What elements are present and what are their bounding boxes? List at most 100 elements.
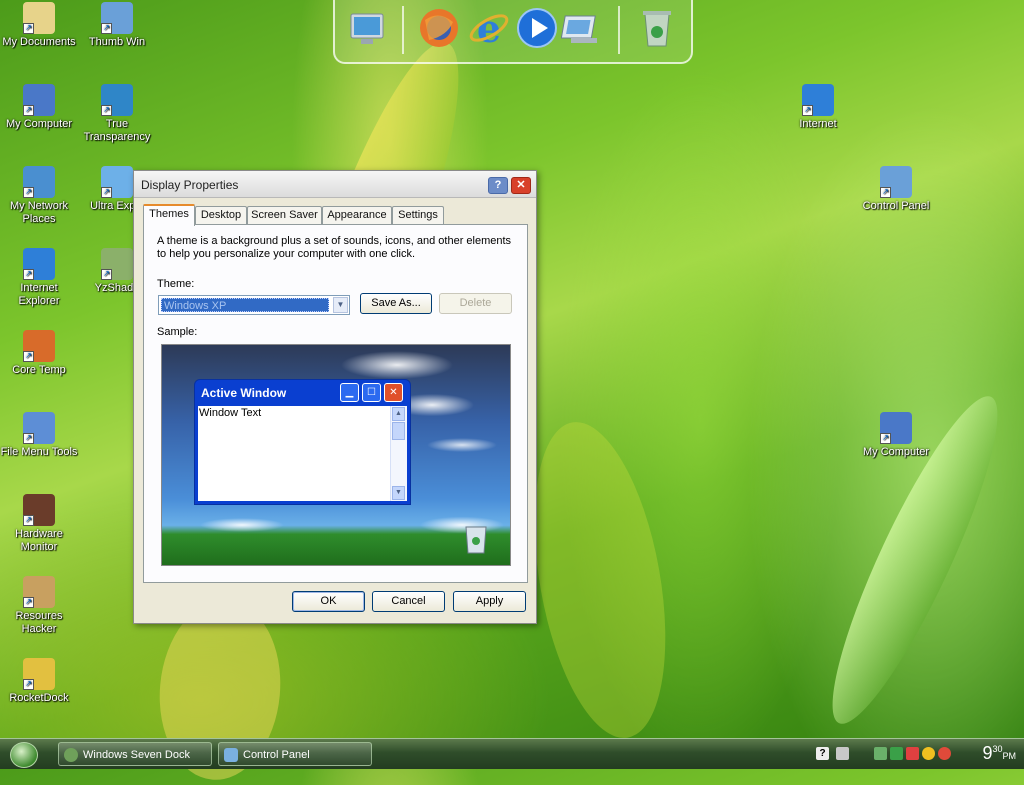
ultra-explorer-icon: ↗: [101, 166, 133, 198]
sample-window-title: Active Window: [201, 386, 287, 400]
delete-button[interactable]: Delete: [439, 293, 512, 314]
tab-desktop[interactable]: Desktop: [195, 206, 247, 224]
monitor-icon[interactable]: [345, 6, 389, 50]
desktop-icon-label: RocketDock: [9, 692, 69, 704]
shortcut-arrow-icon: ↗: [101, 269, 112, 280]
task-control-panel[interactable]: Control Panel: [218, 742, 372, 766]
save-as-button[interactable]: Save As...: [360, 293, 432, 314]
desktop-icon-label: File Menu Tools: [0, 446, 78, 458]
my-computer-icon: ↗: [880, 412, 912, 444]
yzshadow-icon: ↗: [101, 248, 133, 280]
desktop-icon[interactable]: ↗ True Transparency: [78, 84, 156, 144]
firefox-icon[interactable]: [417, 6, 461, 50]
desktop-icon-label: My Computer: [862, 446, 930, 458]
control-panel-icon: ↗: [880, 166, 912, 198]
desktop-icon[interactable]: ↗ My Computer: [0, 84, 78, 131]
desktop-icon[interactable]: ↗ Internet Explorer: [0, 248, 78, 308]
desktop-icon[interactable]: ↗ Internet: [779, 84, 857, 131]
tab-settings[interactable]: Settings: [392, 206, 444, 224]
network-places-icon: ↗: [23, 166, 55, 198]
svg-text:e: e: [477, 6, 501, 50]
my-computer-icon: ↗: [23, 84, 55, 116]
display-properties-window: Display Properties ? ✕ Themes Desktop Sc…: [133, 170, 537, 624]
task-label: Windows Seven Dock: [83, 749, 190, 761]
shortcut-arrow-icon: ↗: [23, 351, 34, 362]
shortcut-arrow-icon: ↗: [101, 105, 112, 116]
shortcut-arrow-icon: ↗: [23, 23, 34, 34]
theme-select[interactable]: Windows XP ▼: [158, 295, 350, 315]
desktop-icon[interactable]: ↗ My Network Places: [0, 166, 78, 226]
apply-button[interactable]: Apply: [453, 591, 526, 612]
maximize-icon: ☐: [362, 383, 381, 402]
system-tray: ? 930PM: [804, 739, 1024, 769]
clock[interactable]: 930PM: [982, 743, 1016, 764]
help-button[interactable]: ?: [488, 177, 508, 194]
shortcut-arrow-icon: ↗: [101, 187, 112, 198]
sample-window-body: Window Text ▲ ▼: [198, 406, 407, 501]
desktop-icon[interactable]: ↗ Control Panel: [857, 166, 935, 213]
smiley-icon[interactable]: [922, 747, 935, 760]
sample-scrollbar: ▲ ▼: [390, 406, 407, 501]
core-temp-icon: ↗: [23, 330, 55, 362]
cancel-button[interactable]: Cancel: [372, 591, 445, 612]
sample-label: Sample:: [157, 326, 198, 338]
shortcut-arrow-icon: ↗: [23, 597, 34, 608]
shortcut-arrow-icon: ↗: [23, 187, 34, 198]
desktop-icon[interactable]: ↗ File Menu Tools: [0, 412, 78, 459]
window-title: Display Properties: [141, 178, 239, 192]
clock-ampm: PM: [1002, 751, 1017, 761]
desktop-icon[interactable]: ↗ Core Temp: [0, 330, 78, 377]
recycle-bin-icon[interactable]: [635, 6, 679, 50]
title-bar[interactable]: Display Properties ? ✕: [134, 171, 536, 198]
recycle-bin-icon: [465, 526, 487, 554]
desktop-icon[interactable]: ↗ RocketDock: [0, 658, 78, 705]
desktop-icon-label: Internet: [799, 118, 837, 130]
desktop-icon-label: My Network Places: [9, 200, 69, 225]
desktop-icon[interactable]: ↗ Thumb Win: [78, 2, 156, 49]
help-icon[interactable]: ?: [816, 747, 829, 760]
sample-window-text: Window Text: [199, 407, 262, 419]
sample-active-window: Active Window ▁ ☐ ✕ Window Text ▲ ▼: [194, 379, 411, 505]
tab-screen-saver[interactable]: Screen Saver: [247, 206, 322, 224]
shortcut-arrow-icon: ↗: [23, 105, 34, 116]
thumb-win-icon: ↗: [101, 2, 133, 34]
desktop-icon-label: My Computer: [5, 118, 73, 130]
shortcut-arrow-icon: ↗: [23, 515, 34, 526]
ok-button[interactable]: OK: [292, 591, 365, 612]
desktop-icon[interactable]: ↗ My Documents: [0, 2, 78, 49]
shield-icon[interactable]: [938, 747, 951, 760]
network-icon[interactable]: [836, 747, 849, 760]
media-player-icon[interactable]: [515, 6, 559, 50]
scroll-thumb: [392, 422, 405, 440]
tab-themes[interactable]: Themes: [143, 204, 195, 226]
resource-hacker-icon: ↗: [23, 576, 55, 608]
desktop-icon[interactable]: ↗ Resoures Hacker: [0, 576, 78, 636]
chevron-down-icon[interactable]: ▼: [333, 297, 348, 313]
shortcut-arrow-icon: ↗: [880, 187, 891, 198]
start-button[interactable]: [10, 742, 38, 768]
close-button[interactable]: ✕: [511, 177, 531, 194]
true-transparency-icon: ↗: [101, 84, 133, 116]
add-icon[interactable]: [906, 747, 919, 760]
desktop-icon-label: Resoures Hacker: [15, 610, 63, 635]
dock-separator: [402, 6, 404, 54]
my-documents-icon: ↗: [23, 2, 55, 34]
clock-minutes: 30: [992, 744, 1003, 754]
windows-seven-dock-icon: [64, 748, 78, 762]
theme-sample-preview: Active Window ▁ ☐ ✕ Window Text ▲ ▼: [161, 344, 511, 566]
check-icon[interactable]: [890, 747, 903, 760]
theme-label: Theme:: [157, 278, 195, 290]
desktop-icon-label: Thumb Win: [88, 36, 146, 48]
control-panel-icon[interactable]: [560, 6, 605, 50]
desktop-icon[interactable]: ↗ Hardware Monitor: [0, 494, 78, 554]
desktop-icon-label: Core Temp: [12, 364, 66, 376]
internet-explorer-icon[interactable]: e: [467, 6, 511, 51]
rocketdock-icon: ↗: [23, 658, 55, 690]
settings-icon[interactable]: [874, 747, 887, 760]
theme-select-value: Windows XP: [161, 298, 329, 312]
scroll-up-icon: ▲: [392, 407, 405, 421]
tab-appearance[interactable]: Appearance: [322, 206, 392, 224]
task-windows-seven-dock[interactable]: Windows Seven Dock: [58, 742, 212, 766]
shortcut-arrow-icon: ↗: [23, 433, 34, 444]
desktop-icon[interactable]: ↗ My Computer: [857, 412, 935, 459]
